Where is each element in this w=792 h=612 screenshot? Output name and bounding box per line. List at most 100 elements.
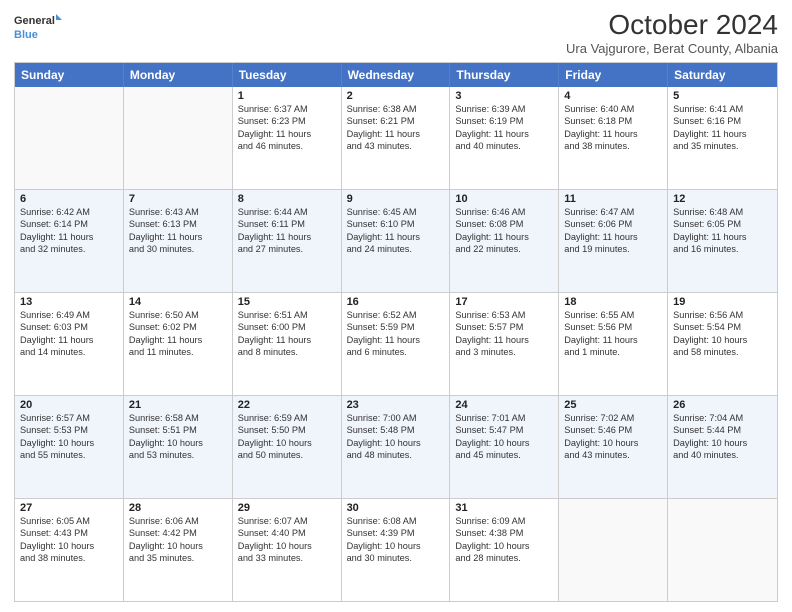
cell-line1: Sunrise: 6:52 AM <box>347 309 445 321</box>
cell-line2: Sunset: 6:08 PM <box>455 218 553 230</box>
cell-line1: Sunrise: 7:02 AM <box>564 412 662 424</box>
subtitle: Ura Vajgurore, Berat County, Albania <box>566 41 778 56</box>
cell-line4: and 14 minutes. <box>20 346 118 358</box>
cell-line2: Sunset: 6:03 PM <box>20 321 118 333</box>
calendar-cell-3-0: 20Sunrise: 6:57 AMSunset: 5:53 PMDayligh… <box>15 396 124 498</box>
cell-line3: Daylight: 10 hours <box>129 437 227 449</box>
calendar-cell-1-3: 9Sunrise: 6:45 AMSunset: 6:10 PMDaylight… <box>342 190 451 292</box>
cell-line2: Sunset: 4:40 PM <box>238 527 336 539</box>
cell-line3: Daylight: 11 hours <box>20 334 118 346</box>
cell-line2: Sunset: 6:11 PM <box>238 218 336 230</box>
cell-line1: Sunrise: 7:00 AM <box>347 412 445 424</box>
calendar-cell-4-3: 30Sunrise: 6:08 AMSunset: 4:39 PMDayligh… <box>342 499 451 601</box>
cell-line1: Sunrise: 6:39 AM <box>455 103 553 115</box>
cell-line1: Sunrise: 6:38 AM <box>347 103 445 115</box>
cell-line4: and 1 minute. <box>564 346 662 358</box>
day-number: 9 <box>347 193 445 205</box>
cell-line4: and 35 minutes. <box>673 140 772 152</box>
day-number: 29 <box>238 502 336 514</box>
calendar-cell-4-5 <box>559 499 668 601</box>
cell-line1: Sunrise: 6:46 AM <box>455 206 553 218</box>
day-number: 11 <box>564 193 662 205</box>
calendar-cell-0-2: 1Sunrise: 6:37 AMSunset: 6:23 PMDaylight… <box>233 87 342 189</box>
logo-svg: General Blue <box>14 10 62 46</box>
cell-line4: and 38 minutes. <box>564 140 662 152</box>
cell-line4: and 32 minutes. <box>20 243 118 255</box>
cell-line2: Sunset: 5:59 PM <box>347 321 445 333</box>
calendar-cell-0-0 <box>15 87 124 189</box>
calendar-cell-0-4: 3Sunrise: 6:39 AMSunset: 6:19 PMDaylight… <box>450 87 559 189</box>
cell-line4: and 35 minutes. <box>129 552 227 564</box>
calendar-row-1: 6Sunrise: 6:42 AMSunset: 6:14 PMDaylight… <box>15 189 777 292</box>
cell-line4: and 46 minutes. <box>238 140 336 152</box>
calendar-cell-4-1: 28Sunrise: 6:06 AMSunset: 4:42 PMDayligh… <box>124 499 233 601</box>
day-number: 21 <box>129 399 227 411</box>
calendar-cell-1-4: 10Sunrise: 6:46 AMSunset: 6:08 PMDayligh… <box>450 190 559 292</box>
calendar-cell-3-3: 23Sunrise: 7:00 AMSunset: 5:48 PMDayligh… <box>342 396 451 498</box>
calendar-cell-0-6: 5Sunrise: 6:41 AMSunset: 6:16 PMDaylight… <box>668 87 777 189</box>
cell-line2: Sunset: 6:19 PM <box>455 115 553 127</box>
cell-line1: Sunrise: 6:40 AM <box>564 103 662 115</box>
cell-line1: Sunrise: 7:01 AM <box>455 412 553 424</box>
cell-line3: Daylight: 11 hours <box>673 128 772 140</box>
cell-line3: Daylight: 11 hours <box>455 128 553 140</box>
cell-line4: and 40 minutes. <box>455 140 553 152</box>
day-number: 12 <box>673 193 772 205</box>
cell-line1: Sunrise: 6:41 AM <box>673 103 772 115</box>
cell-line4: and 45 minutes. <box>455 449 553 461</box>
day-number: 5 <box>673 90 772 102</box>
cell-line4: and 27 minutes. <box>238 243 336 255</box>
cell-line3: Daylight: 11 hours <box>347 231 445 243</box>
cell-line4: and 30 minutes. <box>129 243 227 255</box>
calendar-cell-2-2: 15Sunrise: 6:51 AMSunset: 6:00 PMDayligh… <box>233 293 342 395</box>
cell-line2: Sunset: 5:50 PM <box>238 424 336 436</box>
cell-line3: Daylight: 10 hours <box>564 437 662 449</box>
cell-line1: Sunrise: 6:50 AM <box>129 309 227 321</box>
cell-line3: Daylight: 11 hours <box>455 334 553 346</box>
col-friday: Friday <box>559 63 668 87</box>
day-number: 30 <box>347 502 445 514</box>
day-number: 25 <box>564 399 662 411</box>
cell-line2: Sunset: 6:06 PM <box>564 218 662 230</box>
day-number: 27 <box>20 502 118 514</box>
calendar-cell-0-3: 2Sunrise: 6:38 AMSunset: 6:21 PMDaylight… <box>342 87 451 189</box>
cell-line3: Daylight: 10 hours <box>129 540 227 552</box>
day-number: 6 <box>20 193 118 205</box>
cell-line2: Sunset: 6:00 PM <box>238 321 336 333</box>
cell-line1: Sunrise: 6:43 AM <box>129 206 227 218</box>
cell-line1: Sunrise: 6:56 AM <box>673 309 772 321</box>
cell-line4: and 8 minutes. <box>238 346 336 358</box>
cell-line4: and 58 minutes. <box>673 346 772 358</box>
cell-line1: Sunrise: 6:53 AM <box>455 309 553 321</box>
cell-line2: Sunset: 6:02 PM <box>129 321 227 333</box>
calendar-cell-3-4: 24Sunrise: 7:01 AMSunset: 5:47 PMDayligh… <box>450 396 559 498</box>
cell-line1: Sunrise: 6:59 AM <box>238 412 336 424</box>
main-title: October 2024 <box>566 10 778 41</box>
cell-line3: Daylight: 10 hours <box>20 540 118 552</box>
calendar-cell-1-1: 7Sunrise: 6:43 AMSunset: 6:13 PMDaylight… <box>124 190 233 292</box>
cell-line2: Sunset: 5:53 PM <box>20 424 118 436</box>
day-number: 19 <box>673 296 772 308</box>
calendar-body: 1Sunrise: 6:37 AMSunset: 6:23 PMDaylight… <box>15 87 777 601</box>
calendar-cell-4-2: 29Sunrise: 6:07 AMSunset: 4:40 PMDayligh… <box>233 499 342 601</box>
day-number: 17 <box>455 296 553 308</box>
cell-line3: Daylight: 11 hours <box>564 231 662 243</box>
cell-line2: Sunset: 6:16 PM <box>673 115 772 127</box>
cell-line4: and 55 minutes. <box>20 449 118 461</box>
cell-line4: and 38 minutes. <box>20 552 118 564</box>
cell-line2: Sunset: 5:44 PM <box>673 424 772 436</box>
calendar-cell-2-0: 13Sunrise: 6:49 AMSunset: 6:03 PMDayligh… <box>15 293 124 395</box>
cell-line1: Sunrise: 6:07 AM <box>238 515 336 527</box>
calendar-cell-1-5: 11Sunrise: 6:47 AMSunset: 6:06 PMDayligh… <box>559 190 668 292</box>
cell-line3: Daylight: 11 hours <box>238 128 336 140</box>
cell-line3: Daylight: 10 hours <box>347 437 445 449</box>
cell-line3: Daylight: 11 hours <box>20 231 118 243</box>
cell-line1: Sunrise: 6:48 AM <box>673 206 772 218</box>
cell-line4: and 30 minutes. <box>347 552 445 564</box>
day-number: 24 <box>455 399 553 411</box>
cell-line3: Daylight: 11 hours <box>673 231 772 243</box>
cell-line1: Sunrise: 6:47 AM <box>564 206 662 218</box>
cell-line4: and 3 minutes. <box>455 346 553 358</box>
cell-line4: and 33 minutes. <box>238 552 336 564</box>
calendar-row-4: 27Sunrise: 6:05 AMSunset: 4:43 PMDayligh… <box>15 498 777 601</box>
